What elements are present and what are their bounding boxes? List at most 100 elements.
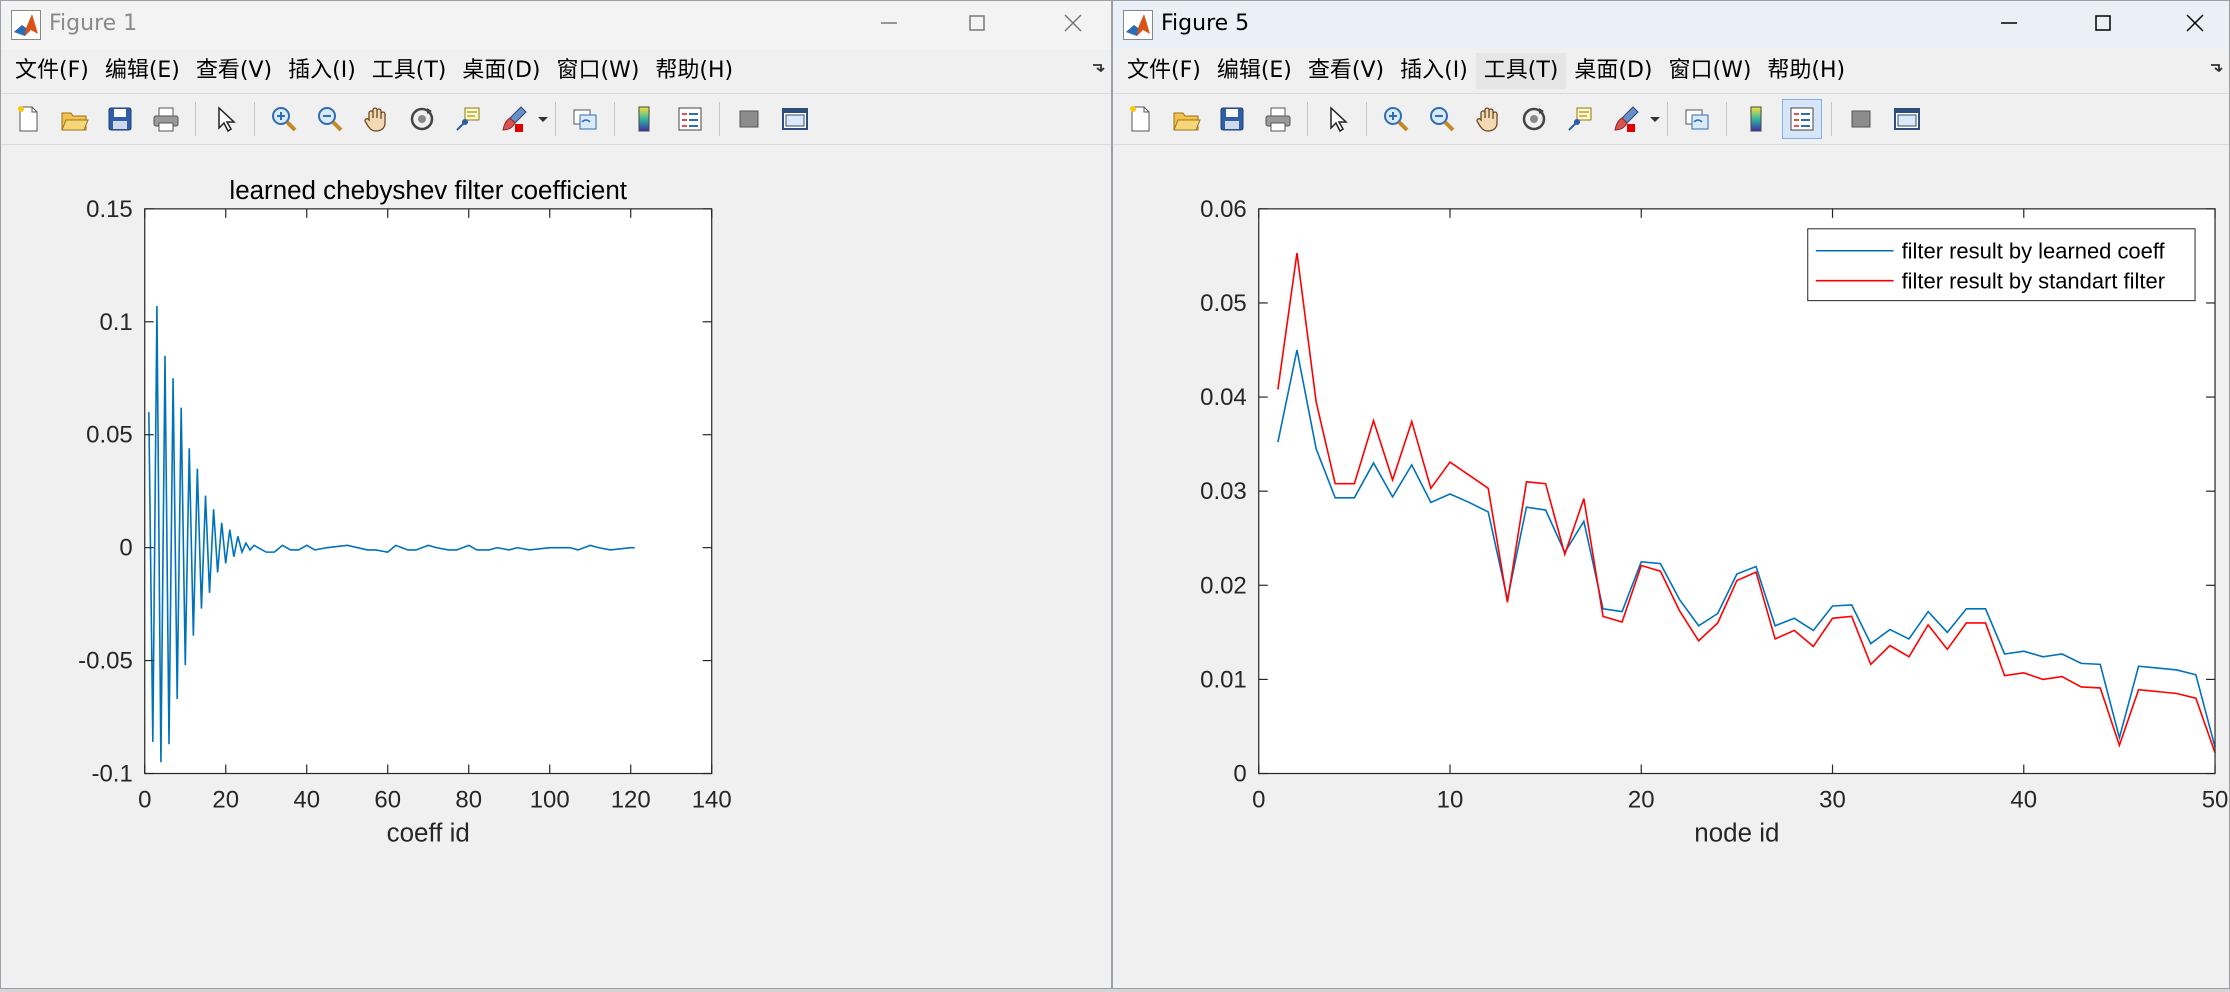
open-file-button[interactable] bbox=[1166, 99, 1206, 139]
menu-tools[interactable]: 工具(T) bbox=[1475, 53, 1567, 89]
maximize-button[interactable] bbox=[2071, 1, 2135, 45]
show-plot-tools-icon bbox=[782, 108, 808, 130]
link-plot-button[interactable] bbox=[565, 99, 605, 139]
figure-1-titlebar[interactable]: Figure 1 bbox=[1, 1, 1111, 49]
open-file-icon bbox=[61, 112, 89, 131]
save-button[interactable] bbox=[1212, 99, 1252, 139]
legend[interactable]: filter result by learned coeff filter res… bbox=[1807, 228, 2196, 302]
close-button[interactable] bbox=[1041, 1, 1105, 45]
menu-view[interactable]: 查看(V) bbox=[188, 53, 280, 89]
hide-plot-tools-button[interactable] bbox=[1841, 99, 1881, 139]
pan-button[interactable] bbox=[1468, 99, 1508, 139]
rotate-3d-button[interactable] bbox=[1514, 99, 1554, 139]
dock-arrow-icon[interactable] bbox=[2209, 61, 2223, 75]
data-cursor-button[interactable] bbox=[1560, 99, 1600, 139]
plot-area[interactable]: 0 10 20 30 40 50 0 0.01 0.02 0.03 0.04 0.05 0.06 node… bbox=[1113, 147, 2229, 988]
open-file-icon bbox=[1173, 112, 1201, 131]
hide-plot-tools-button[interactable] bbox=[729, 99, 769, 139]
figure-5-window: Figure 5 文件(F) 编辑(E) 查看(V) 插入(I) 工具(T) 桌… bbox=[1112, 0, 2230, 989]
plot-area[interactable]: 0 20 40 60 80 100 120 140 -0.1 -0.05 0 0.05 0.1 0.15 l… bbox=[1, 147, 1111, 988]
x-tick-label: 30 bbox=[1819, 786, 1846, 813]
brush-menu-button[interactable] bbox=[1647, 99, 1663, 139]
save-icon bbox=[108, 107, 132, 131]
print-icon bbox=[1265, 107, 1291, 132]
new-figure-button[interactable] bbox=[1120, 99, 1160, 139]
matlab-logo-icon bbox=[1123, 10, 1153, 40]
print-button[interactable] bbox=[146, 99, 186, 139]
edit-plot-button[interactable] bbox=[205, 99, 245, 139]
zoom-in-icon bbox=[272, 107, 297, 132]
menu-help[interactable]: 帮助(H) bbox=[647, 53, 741, 89]
zoom-in-icon bbox=[1384, 107, 1409, 132]
menu-insert[interactable]: 插入(I) bbox=[1392, 53, 1476, 89]
rotate-3d-button[interactable] bbox=[402, 99, 442, 139]
x-tick-label: 60 bbox=[374, 786, 401, 813]
menu-desktop[interactable]: 桌面(D) bbox=[454, 53, 548, 89]
brush-menu-button[interactable] bbox=[535, 99, 551, 139]
menu-window[interactable]: 窗口(W) bbox=[549, 53, 648, 89]
zoom-out-button[interactable] bbox=[310, 99, 350, 139]
insert-legend-button[interactable] bbox=[1782, 99, 1822, 139]
menu-view[interactable]: 查看(V) bbox=[1300, 53, 1392, 89]
open-file-button[interactable] bbox=[54, 99, 94, 139]
close-button[interactable] bbox=[2163, 1, 2227, 45]
show-plot-tools-button[interactable] bbox=[775, 99, 815, 139]
new-figure-button[interactable] bbox=[8, 99, 48, 139]
new-figure-icon bbox=[1130, 106, 1150, 132]
y-tick-label: 0.1 bbox=[99, 309, 132, 336]
toolbar-separator bbox=[195, 102, 196, 136]
brush-button[interactable] bbox=[1606, 99, 1646, 139]
menu-desktop[interactable]: 桌面(D) bbox=[1566, 53, 1660, 89]
menu-file[interactable]: 文件(F) bbox=[7, 53, 97, 89]
figure-5-titlebar[interactable]: Figure 5 bbox=[1113, 1, 2229, 49]
menu-window[interactable]: 窗口(W) bbox=[1661, 53, 1760, 89]
zoom-out-button[interactable] bbox=[1422, 99, 1462, 139]
minimize-button[interactable] bbox=[1977, 1, 2041, 45]
show-plot-tools-button[interactable] bbox=[1887, 99, 1927, 139]
insert-colorbar-button[interactable] bbox=[624, 99, 664, 139]
print-button[interactable] bbox=[1258, 99, 1298, 139]
y-tick-label: 0.05 bbox=[86, 422, 133, 449]
coefficient-chart[interactable]: 0 20 40 60 80 100 120 140 -0.1 -0.05 0 0.05 0.1 0.15 l… bbox=[1, 147, 1111, 988]
edit-plot-button[interactable] bbox=[1317, 99, 1357, 139]
insert-colorbar-button[interactable] bbox=[1736, 99, 1776, 139]
menu-insert[interactable]: 插入(I) bbox=[280, 53, 364, 89]
y-tick-label: -0.05 bbox=[78, 648, 133, 675]
hide-plot-tools-icon bbox=[1851, 110, 1871, 128]
toolbar-separator bbox=[555, 102, 556, 136]
menu-help[interactable]: 帮助(H) bbox=[1759, 53, 1853, 89]
brush-menu-icon bbox=[1650, 117, 1660, 122]
zoom-in-button[interactable] bbox=[264, 99, 304, 139]
maximize-button[interactable] bbox=[945, 1, 1009, 45]
legend-icon bbox=[678, 107, 702, 131]
save-button[interactable] bbox=[100, 99, 140, 139]
minimize-button[interactable] bbox=[857, 1, 921, 45]
filter-result-chart[interactable]: 0 10 20 30 40 50 0 0.01 0.02 0.03 0.04 0.05 0.06 node… bbox=[1113, 147, 2229, 988]
y-tick-label: 0.15 bbox=[86, 196, 133, 223]
edit-plot-arrow-icon bbox=[218, 106, 236, 133]
menu-bar: 文件(F) 编辑(E) 查看(V) 插入(I) 工具(T) 桌面(D) 窗口(W… bbox=[1113, 51, 2229, 91]
dock-arrow-icon[interactable] bbox=[1091, 61, 1105, 75]
menu-edit[interactable]: 编辑(E) bbox=[97, 53, 188, 89]
figure-1-window: Figure 1 文件(F) 编辑(E) 查看(V) 插入(I) 工具(T) 桌… bbox=[0, 0, 1112, 989]
data-cursor-button[interactable] bbox=[448, 99, 488, 139]
y-tick-label: 0 bbox=[119, 535, 132, 562]
insert-legend-button[interactable] bbox=[670, 99, 710, 139]
brush-menu-icon bbox=[538, 117, 548, 122]
menu-tools[interactable]: 工具(T) bbox=[364, 53, 455, 89]
edit-plot-arrow-icon bbox=[1330, 106, 1348, 133]
menu-file[interactable]: 文件(F) bbox=[1119, 53, 1209, 89]
x-tick-label: 140 bbox=[692, 786, 732, 813]
maximize-icon bbox=[969, 15, 985, 31]
y-tick-label: 0.05 bbox=[1200, 290, 1247, 317]
zoom-in-button[interactable] bbox=[1376, 99, 1416, 139]
toolbar-separator bbox=[254, 102, 255, 136]
menu-edit[interactable]: 编辑(E) bbox=[1209, 53, 1300, 89]
toolbar-separator bbox=[614, 102, 615, 136]
link-plot-button[interactable] bbox=[1677, 99, 1717, 139]
brush-button[interactable] bbox=[494, 99, 534, 139]
colorbar-icon bbox=[638, 106, 650, 132]
pan-button[interactable] bbox=[356, 99, 396, 139]
zoom-out-icon bbox=[318, 107, 343, 132]
link-plot-icon bbox=[1685, 109, 1709, 130]
